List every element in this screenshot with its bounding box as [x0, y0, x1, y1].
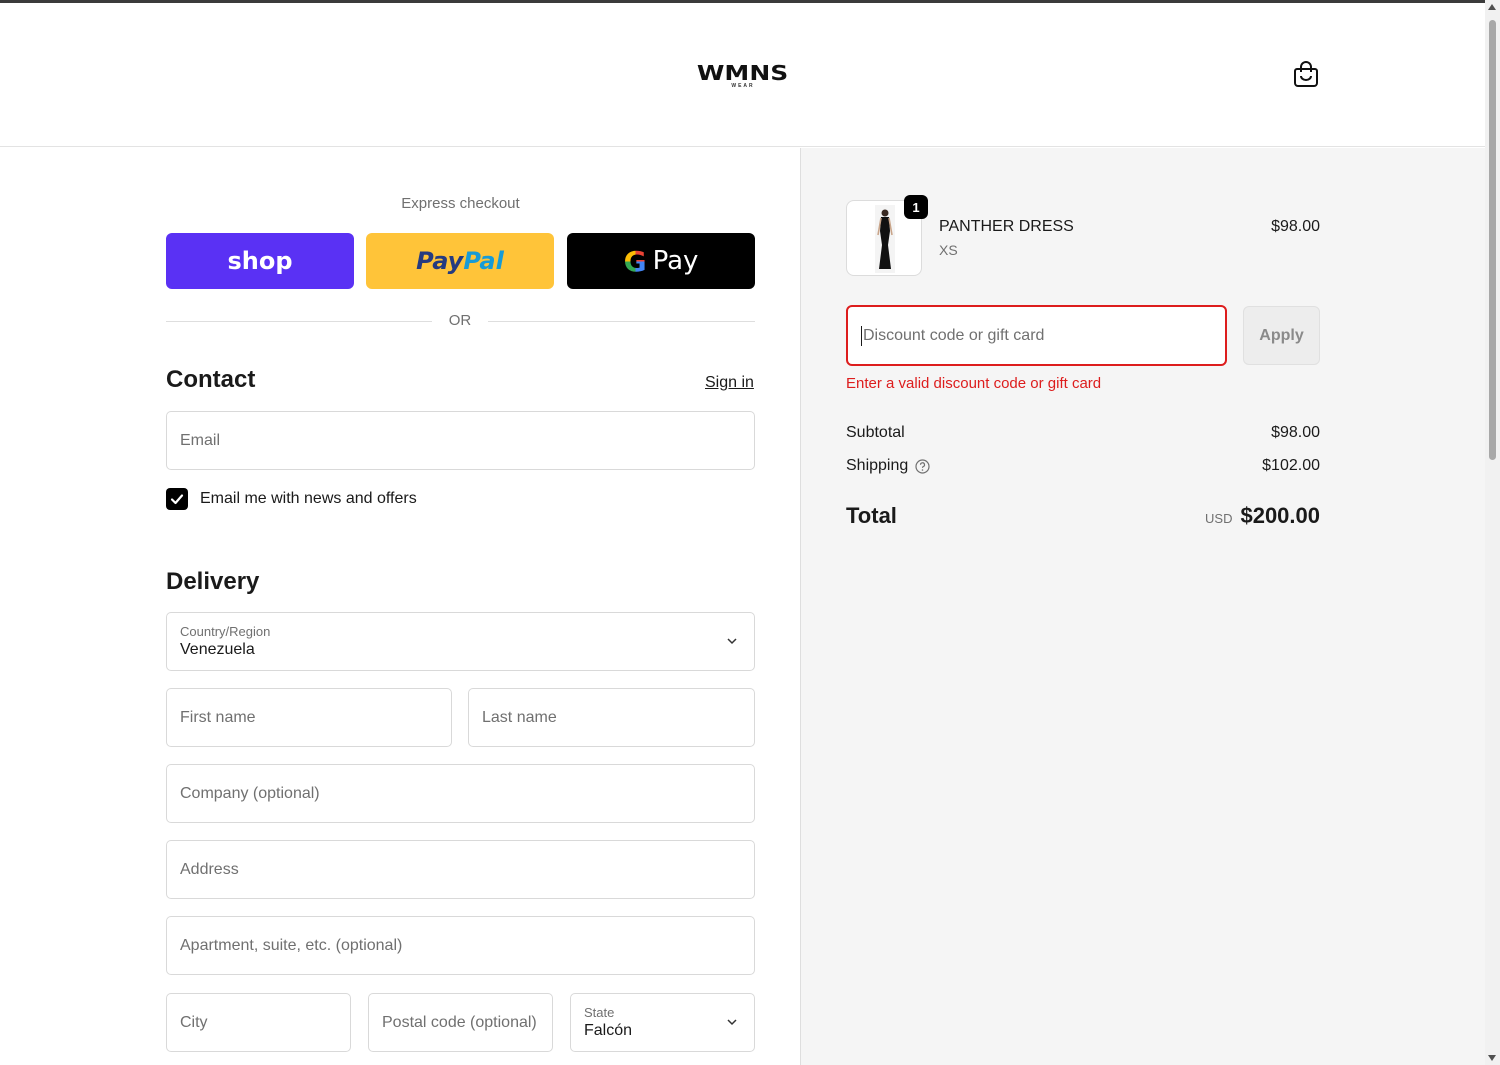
postal-code-placeholder: Postal code (optional) — [382, 1013, 537, 1031]
country-value: Venezuela — [180, 640, 255, 658]
subtotal-label: Subtotal — [846, 424, 905, 442]
google-pay-button[interactable]: G Pay — [567, 233, 755, 289]
brand-logo[interactable]: WMNS WEAR — [693, 63, 793, 89]
newsletter-label: Email me with news and offers — [200, 490, 417, 507]
last-name-field[interactable]: Last name — [468, 688, 755, 747]
paypal-pal-text: Pal — [463, 247, 504, 275]
order-summary-panel — [801, 148, 1485, 1065]
email-field[interactable]: Email — [166, 411, 755, 470]
divider-line-left — [166, 321, 432, 322]
product-name: PANTHER DRESS — [939, 218, 1074, 235]
quantity-badge: 1 — [904, 195, 928, 219]
scroll-up-arrow-icon[interactable] — [1488, 4, 1496, 10]
google-pay-label: Pay — [652, 246, 699, 276]
postal-code-field[interactable]: Postal code (optional) — [368, 993, 553, 1052]
header: WMNS WEAR — [0, 3, 1485, 147]
scrollbar-thumb[interactable] — [1489, 20, 1496, 460]
google-g-icon: G — [623, 244, 647, 278]
shipping-text: Shipping — [846, 457, 909, 474]
apply-button[interactable]: Apply — [1243, 306, 1320, 365]
discount-code-input[interactable]: Discount code or gift card — [846, 305, 1227, 366]
country-select[interactable]: Country/Region Venezuela — [166, 612, 755, 671]
shopping-bag-icon[interactable] — [1293, 60, 1319, 88]
product-variant: XS — [939, 242, 958, 258]
shop-pay-button[interactable]: shop — [166, 233, 354, 289]
country-label: Country/Region — [180, 623, 271, 639]
text-cursor — [861, 325, 862, 346]
currency-code: USD — [1205, 511, 1233, 526]
company-field[interactable]: Company (optional) — [166, 764, 755, 823]
or-label: OR — [448, 312, 472, 329]
company-placeholder: Company (optional) — [180, 784, 320, 802]
product-price: $98.00 — [1271, 218, 1320, 235]
chevron-down-icon — [727, 1019, 737, 1026]
first-name-field[interactable]: First name — [166, 688, 452, 747]
discount-placeholder: Discount code or gift card — [863, 326, 1045, 344]
chevron-down-icon — [727, 638, 737, 645]
paypal-pay-text: Pay — [416, 247, 464, 275]
shop-pay-label: shop — [227, 247, 293, 275]
newsletter-row: Email me with news and offers — [166, 488, 417, 510]
apartment-placeholder: Apartment, suite, etc. (optional) — [180, 936, 403, 954]
state-value: Falcón — [584, 1021, 633, 1039]
sign-in-link[interactable]: Sign in — [705, 374, 754, 392]
discount-error-message: Enter a valid discount code or gift card — [846, 375, 1102, 392]
divider-line-right — [488, 321, 755, 322]
express-checkout-title: Express checkout — [401, 195, 520, 212]
apartment-field[interactable]: Apartment, suite, etc. (optional) — [166, 916, 755, 975]
state-label: State — [584, 1004, 615, 1020]
address-placeholder: Address — [180, 860, 239, 878]
logo-text: WMNS — [697, 61, 789, 85]
delivery-heading: Delivery — [166, 568, 260, 595]
first-name-placeholder: First name — [180, 708, 256, 726]
city-field[interactable]: City — [166, 993, 351, 1052]
subtotal-value: $98.00 — [1271, 424, 1320, 441]
newsletter-checkbox[interactable] — [166, 488, 188, 510]
total-label: Total — [846, 503, 897, 528]
or-divider: OR — [166, 312, 755, 332]
address-field[interactable]: Address — [166, 840, 755, 899]
paypal-button[interactable]: Pay Pal — [366, 233, 554, 289]
subtotal-text: Subtotal — [846, 424, 905, 441]
total-value-group: USD $200.00 — [1205, 503, 1320, 529]
shipping-label: Shipping — [846, 457, 930, 475]
shipping-value: $102.00 — [1262, 457, 1320, 474]
state-select[interactable]: State Falcón — [570, 993, 755, 1052]
contact-heading: Contact — [166, 366, 256, 393]
last-name-placeholder: Last name — [482, 708, 557, 726]
help-circle-icon[interactable] — [915, 458, 930, 474]
scroll-down-arrow-icon[interactable] — [1488, 1055, 1496, 1061]
total-amount: $200.00 — [1240, 503, 1320, 528]
city-placeholder: City — [180, 1013, 208, 1031]
email-placeholder: Email — [180, 431, 221, 449]
checkmark-icon — [170, 494, 184, 505]
vertical-scrollbar[interactable] — [1485, 0, 1500, 1065]
